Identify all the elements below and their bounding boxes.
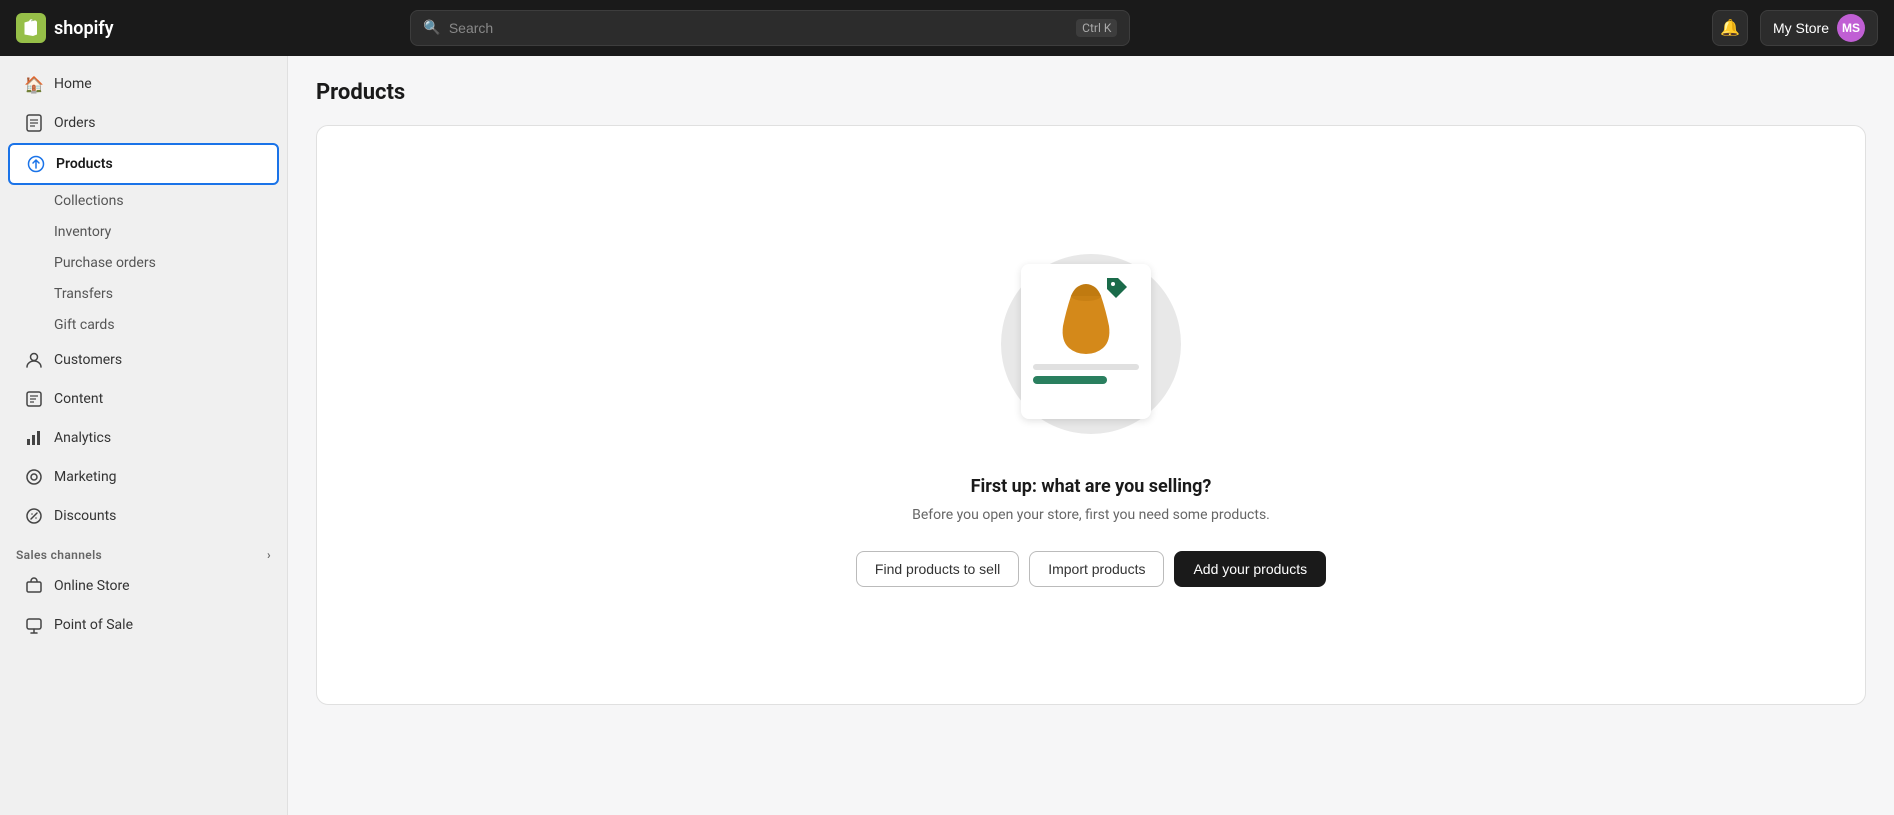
sidebar-item-label: Content (54, 391, 103, 407)
logo-text: shopify (54, 18, 114, 39)
sidebar-item-discounts[interactable]: Discounts (8, 497, 279, 535)
action-buttons: Find products to sell Import products Ad… (856, 551, 1326, 587)
find-products-button[interactable]: Find products to sell (856, 551, 1019, 587)
online-store-icon (24, 576, 44, 596)
empty-state-card: First up: what are you selling? Before y… (316, 125, 1866, 705)
tag-svg (1103, 274, 1131, 302)
sidebar-item-label: Point of Sale (54, 617, 133, 633)
illus-vase-container (1051, 276, 1121, 356)
sidebar-item-label: Orders (54, 115, 96, 131)
search-bar[interactable]: 🔍 Ctrl K (410, 10, 1130, 46)
sidebar-item-inventory[interactable]: Inventory (8, 217, 279, 247)
sidebar-item-label: Marketing (54, 469, 117, 485)
illus-line-green (1033, 376, 1107, 384)
search-shortcut: Ctrl K (1076, 19, 1117, 37)
sidebar-item-label: Analytics (54, 430, 111, 446)
top-navigation: shopify 🔍 Ctrl K 🔔 My Store MS (0, 0, 1894, 56)
sidebar-item-gift-cards[interactable]: Gift cards (8, 310, 279, 340)
sidebar-item-transfers[interactable]: Transfers (8, 279, 279, 309)
avatar: MS (1837, 14, 1865, 42)
marketing-icon (24, 467, 44, 487)
sidebar-item-content[interactable]: Content (8, 380, 279, 418)
transfers-label: Transfers (54, 286, 113, 302)
page-title: Products (316, 80, 1866, 105)
content-icon (24, 389, 44, 409)
sales-channels-header: Sales channels › (0, 536, 287, 566)
sidebar-item-products[interactable]: Products (8, 143, 279, 185)
layout: 🏠 Home Orders Products (0, 0, 1894, 815)
analytics-icon (24, 428, 44, 448)
import-products-button[interactable]: Import products (1029, 551, 1164, 587)
sidebar-item-purchase-orders[interactable]: Purchase orders (8, 248, 279, 278)
store-name: My Store (1773, 20, 1829, 36)
collections-label: Collections (54, 193, 124, 209)
sidebar-item-online-store[interactable]: Online Store (8, 567, 279, 605)
gift-cards-label: Gift cards (54, 317, 115, 333)
sidebar-item-point-of-sale[interactable]: Point of Sale (8, 606, 279, 644)
chevron-right-icon: › (267, 548, 271, 562)
purchase-orders-label: Purchase orders (54, 255, 156, 271)
point-of-sale-icon (24, 615, 44, 635)
sidebar-item-analytics[interactable]: Analytics (8, 419, 279, 457)
store-button[interactable]: My Store MS (1760, 10, 1878, 46)
main-content: Products (288, 56, 1894, 815)
empty-state-subtitle: Before you open your store, first you ne… (912, 507, 1270, 523)
home-icon: 🏠 (24, 74, 44, 94)
products-icon (26, 154, 46, 174)
sidebar-item-label: Home (54, 76, 92, 92)
inventory-label: Inventory (54, 224, 111, 240)
sidebar: 🏠 Home Orders Products (0, 56, 288, 815)
notifications-button[interactable]: 🔔 (1712, 10, 1748, 46)
sidebar-item-marketing[interactable]: Marketing (8, 458, 279, 496)
add-products-button[interactable]: Add your products (1174, 551, 1326, 587)
topnav-right: 🔔 My Store MS (1712, 10, 1878, 46)
product-illustration (991, 244, 1191, 444)
sales-channels-label: Sales channels (16, 548, 102, 562)
empty-state-title: First up: what are you selling? (971, 476, 1212, 497)
search-input[interactable] (449, 20, 1068, 36)
sidebar-item-home[interactable]: 🏠 Home (8, 65, 279, 103)
shopify-logo: shopify (16, 13, 114, 43)
sidebar-item-customers[interactable]: Customers (8, 341, 279, 379)
search-icon: 🔍 (423, 20, 440, 36)
sidebar-item-collections[interactable]: Collections (8, 186, 279, 216)
sidebar-item-label: Discounts (54, 508, 116, 524)
bell-icon: 🔔 (1720, 18, 1740, 38)
illus-lines (1033, 364, 1139, 384)
sidebar-item-label: Products (56, 156, 113, 172)
customers-icon (24, 350, 44, 370)
sidebar-item-label: Online Store (54, 578, 130, 594)
sidebar-item-label: Customers (54, 352, 122, 368)
sidebar-item-orders[interactable]: Orders (8, 104, 279, 142)
orders-icon (24, 113, 44, 133)
discounts-icon (24, 506, 44, 526)
illus-line-gray (1033, 364, 1139, 370)
illus-card (1021, 264, 1151, 419)
